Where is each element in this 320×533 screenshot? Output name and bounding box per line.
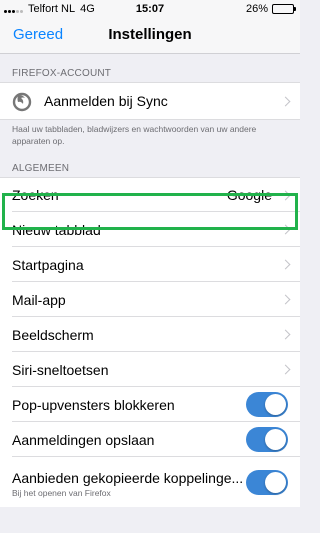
settings-row-zoeken[interactable]: Zoeken Google [0,177,300,212]
toggle-row-0: Pop-upvensters blokkeren [0,387,300,422]
settings-row-label: Zoeken [12,187,59,203]
settings-row-startpagina[interactable]: Startpagina [0,247,300,282]
chevron-right-icon [280,364,291,375]
navigation-bar: Gereed Instellingen [0,18,300,54]
chevron-right-icon [280,294,291,305]
toggle-row-1: Aanmeldingen opslaan [0,422,300,457]
settings-row-label: Siri-sneltoetsen [12,361,109,378]
toggle-row-label: Aanmeldingen opslaan [12,431,155,448]
settings-row-detail: Google [226,187,272,203]
status-right: 26% [245,3,296,15]
toggle-switch[interactable] [246,469,288,495]
chevron-right-icon [280,224,291,235]
settings-row-label: Beeldscherm [12,326,94,343]
toggle-row-label: Pop-upvensters blokkeren [12,396,175,413]
toggle-knob [265,429,286,450]
firefox-sync-icon [12,92,32,112]
toggle-row-2: Aanbieden gekopieerde koppelinge... Bij h… [0,457,300,507]
toggle-row-sublabel: Bij het openen van Firefox [12,488,111,498]
battery-icon [272,4,296,14]
settings-row-label: Nieuw tabblad [12,221,101,238]
chevron-right-icon [280,329,291,340]
settings-row-beeldscherm[interactable]: Beeldscherm [0,317,300,352]
toggle-switch[interactable] [246,392,288,417]
toggle-knob [265,394,286,415]
sync-signin-label: Aanmelden bij Sync [44,93,168,109]
toggle-knob [265,471,286,493]
settings-row-label: Startpagina [12,256,84,273]
battery-percent: 26% [245,3,268,15]
chevron-right-icon [280,259,291,270]
settings-row-nieuw-tabblad[interactable]: Nieuw tabblad [0,212,300,247]
chevron-right-icon [280,190,291,200]
settings-row-mail-app[interactable]: Mail-app [0,282,300,317]
status-bar: Telfort NL 4G 15:07 26% [0,0,300,18]
chevron-right-icon [280,96,291,106]
sync-signin-row[interactable]: Aanmelden bij Sync [0,82,300,120]
sync-description: Haal uw tabbladen, bladwijzers en wachtw… [12,124,257,146]
section-header-general: ALGEMEEN [12,163,70,174]
section-header-firefox-account: FIREFOX-ACCOUNT [12,68,112,79]
toggle-switch[interactable] [246,427,288,452]
page-title: Instellingen [108,26,192,43]
settings-row-siri-sneltoetsen[interactable]: Siri-sneltoetsen [0,352,300,387]
settings-row-label: Mail-app [12,291,66,308]
toggle-row-label: Aanbieden gekopieerde koppelinge... [12,470,244,486]
